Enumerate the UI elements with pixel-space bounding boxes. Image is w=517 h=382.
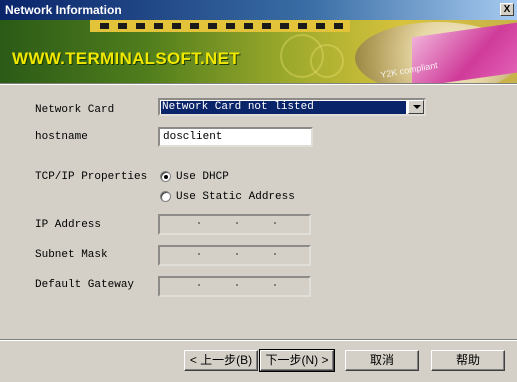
cancel-button[interactable]: 取消 bbox=[345, 350, 419, 371]
chevron-down-icon[interactable] bbox=[408, 100, 424, 114]
default-gateway-label: Default Gateway bbox=[35, 279, 135, 291]
film-strip-decoration bbox=[90, 20, 350, 32]
hostname-label: hostname bbox=[35, 131, 88, 143]
back-button[interactable]: < 上一步(B) bbox=[184, 350, 258, 371]
close-button[interactable]: X bbox=[500, 3, 514, 16]
title-bar: Network Information X bbox=[0, 0, 517, 20]
subnet-mask-field[interactable] bbox=[158, 245, 311, 266]
default-gateway-field[interactable] bbox=[158, 276, 311, 297]
static-address-radio[interactable] bbox=[160, 191, 171, 202]
hostname-input[interactable]: dosclient bbox=[158, 127, 313, 147]
banner-divider bbox=[0, 83, 517, 85]
footer-divider bbox=[0, 339, 517, 341]
window-title: Network Information bbox=[5, 3, 122, 17]
tcpip-label: TCP/IP Properties bbox=[35, 171, 148, 183]
brand-logo-text: WWW.TERMINALSOFT.NET bbox=[12, 49, 240, 68]
network-card-value: Network Card not listed bbox=[161, 101, 406, 114]
banner-image: Y2K compliant WWW.TERMINALSOFT.NET bbox=[0, 20, 517, 83]
network-card-label: Network Card bbox=[35, 104, 115, 116]
dhcp-radio-label[interactable]: Use DHCP bbox=[176, 171, 229, 183]
static-address-radio-label[interactable]: Use Static Address bbox=[176, 191, 295, 203]
ip-address-field[interactable] bbox=[158, 214, 311, 235]
network-card-select[interactable]: Network Card not listed bbox=[158, 98, 426, 116]
help-button[interactable]: 帮助 bbox=[431, 350, 505, 371]
dhcp-radio[interactable] bbox=[160, 171, 171, 182]
subnet-mask-label: Subnet Mask bbox=[35, 249, 108, 261]
ip-address-label: IP Address bbox=[35, 219, 102, 231]
next-button[interactable]: 下一步(N) > bbox=[259, 349, 335, 372]
